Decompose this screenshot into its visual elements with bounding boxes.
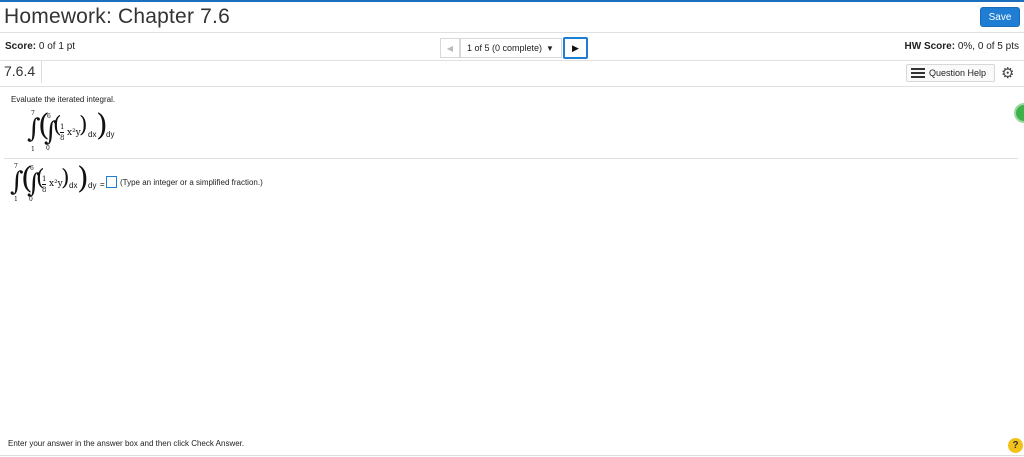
next-question-button[interactable]: ▶ [563,37,588,59]
fraction-numerator: 1 [60,123,65,131]
caret-down-icon: ▼ [546,43,554,53]
score-value: 0 of 1 pt [38,41,76,52]
score-display: Score: 0 of 1 pt [5,41,75,52]
footer-divider [0,455,1024,456]
fraction: 1 8 [60,123,65,142]
inner-right-paren: ) [79,113,88,138]
answer-inner-lower-limit: 0 [29,196,33,203]
answer-fraction-numerator: 1 [42,175,47,183]
gear-icon[interactable]: ⚙ [1001,64,1014,82]
footer-instruction: Enter your answer in the answer box and … [8,439,245,448]
answer-fraction: 1 8 [42,175,47,194]
triangle-right-icon: ▶ [572,42,579,53]
hw-score-display: HW Score: 0%, 0 of 5 pts [905,41,1020,52]
score-label: Score: [5,41,37,52]
question-selector-label: 1 of 5 (0 complete) [467,43,543,53]
answer-fraction-denominator: 8 [42,186,47,194]
fraction-denominator: 8 [60,134,65,142]
question-number-separator [41,61,42,83]
side-tab-icon[interactable] [1014,103,1024,123]
header-divider [0,32,1024,33]
help-icon[interactable]: ? [1008,438,1023,453]
answer-input[interactable] [106,176,117,188]
dy-label: dy [106,130,115,139]
answer-outer-lower-limit: 1 [14,196,18,203]
triangle-left-icon: ◀ [446,43,454,53]
page-title: Homework: Chapter 7.6 [4,5,230,28]
question-help-button[interactable]: Question Help [906,64,995,82]
equals-sign: = [100,180,105,189]
answer-dy-label: dy [88,181,97,190]
question-instruction: Evaluate the iterated integral. [11,95,116,104]
hw-score-value: 0%, 0 of 5 pts [957,41,1019,52]
question-selector[interactable]: 1 of 5 (0 complete) ▼ [460,38,562,58]
answer-hint: (Type an integer or a simplified fractio… [120,178,263,187]
question-number: 7.6.4 [4,63,36,79]
outer-lower-limit: 1 [31,146,35,153]
problem-divider [4,158,1018,159]
save-button[interactable]: Save [980,7,1020,27]
list-icon [911,68,925,78]
score-divider [0,60,1024,61]
previous-question-button[interactable]: ◀ [440,38,460,58]
top-accent-line [0,0,1024,2]
question-divider [0,86,1024,87]
hw-score-label: HW Score: [904,41,956,52]
question-help-label: Question Help [929,68,987,78]
inner-lower-limit: 0 [46,145,50,152]
answer-outer-right-paren: ) [77,161,89,196]
